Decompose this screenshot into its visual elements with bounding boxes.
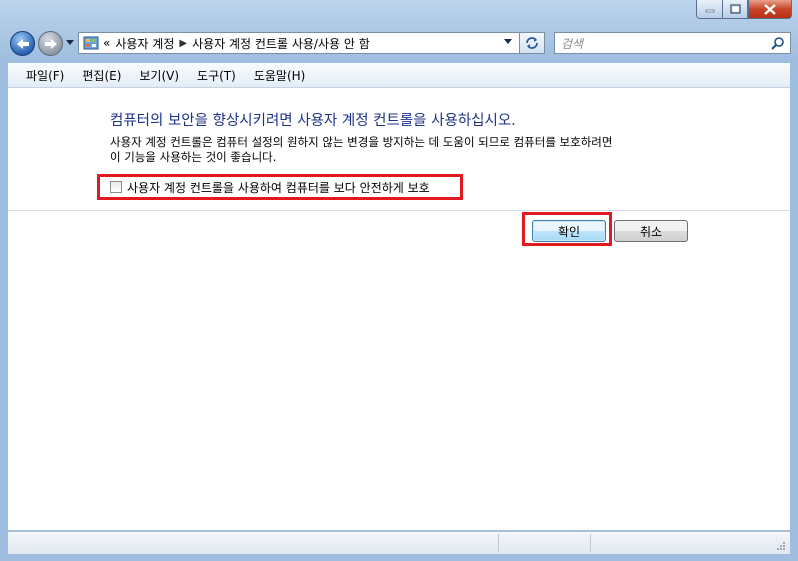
caption-buttons	[696, 0, 792, 19]
status-bar	[8, 531, 790, 554]
cancel-button[interactable]: 취소	[614, 220, 688, 242]
recent-pages-dropdown-icon[interactable]	[66, 40, 74, 46]
maximize-button[interactable]	[722, 0, 748, 19]
refresh-icon	[526, 37, 538, 49]
search-icon[interactable]	[771, 36, 785, 50]
back-button[interactable]	[10, 31, 35, 56]
menu-tools[interactable]: 도구(T)	[189, 67, 244, 84]
address-dropdown-icon[interactable]	[504, 39, 512, 45]
content-pane: 컴퓨터의 보안을 향상시키려면 사용자 계정 컨트롤을 사용하십시오. 사용자 …	[8, 88, 790, 530]
breadcrumb-user-accounts[interactable]: 사용자 계정	[115, 35, 174, 52]
ok-button[interactable]: 확인	[532, 220, 606, 242]
resize-grip-icon[interactable]	[776, 541, 786, 551]
description-line-1: 사용자 계정 컨트롤은 컴퓨터 설정의 원하지 않는 변경을 방지하는 데 도움…	[110, 135, 613, 149]
refresh-button[interactable]	[519, 32, 545, 54]
status-divider	[498, 534, 499, 552]
control-panel-icon	[83, 36, 99, 50]
divider	[8, 210, 790, 211]
forward-button[interactable]	[38, 31, 63, 56]
uac-checkbox-row[interactable]: 사용자 계정 컨트롤을 사용하여 컴퓨터를 보다 안전하게 보호	[97, 174, 463, 200]
navigation-bar: « 사용자 계정 ▶ 사용자 계정 컨트롤 사용/사용 안 함 검색	[8, 28, 791, 60]
menu-bar: 파일(F) 편집(E) 보기(V) 도구(T) 도움말(H)	[8, 63, 790, 88]
description-line-2: 이 기능을 사용하는 것이 좋습니다.	[110, 150, 277, 164]
search-input[interactable]: 검색	[561, 35, 583, 52]
address-bar[interactable]: « 사용자 계정 ▶ 사용자 계정 컨트롤 사용/사용 안 함	[78, 32, 545, 54]
uac-checkbox[interactable]	[110, 181, 122, 193]
close-icon	[764, 3, 776, 15]
breadcrumb-separator-icon[interactable]: ▶	[179, 38, 187, 49]
minimize-icon	[705, 9, 714, 13]
breadcrumb-uac-toggle[interactable]: 사용자 계정 컨트롤 사용/사용 안 함	[192, 35, 370, 52]
breadcrumb-prefix[interactable]: «	[103, 36, 110, 50]
menu-view[interactable]: 보기(V)	[131, 67, 187, 84]
maximize-icon	[729, 4, 741, 14]
uac-checkbox-label[interactable]: 사용자 계정 컨트롤을 사용하여 컴퓨터를 보다 안전하게 보호	[127, 179, 430, 196]
page-title: 컴퓨터의 보안을 향상시키려면 사용자 계정 컨트롤을 사용하십시오.	[110, 113, 516, 129]
close-button[interactable]	[748, 0, 792, 19]
arrow-right-icon	[44, 38, 57, 49]
arrow-left-icon	[16, 38, 29, 49]
status-divider	[590, 534, 591, 552]
menu-edit[interactable]: 편집(E)	[74, 67, 129, 84]
page-description: 사용자 계정 컨트롤은 컴퓨터 설정의 원하지 않는 변경을 방지하는 데 도움…	[110, 135, 690, 165]
minimize-button[interactable]	[696, 0, 722, 19]
window-frame: « 사용자 계정 ▶ 사용자 계정 컨트롤 사용/사용 안 함 검색 파일(F)…	[0, 0, 798, 561]
search-box[interactable]: 검색	[554, 32, 791, 54]
menu-file[interactable]: 파일(F)	[18, 67, 72, 84]
menu-help[interactable]: 도움말(H)	[246, 67, 314, 84]
